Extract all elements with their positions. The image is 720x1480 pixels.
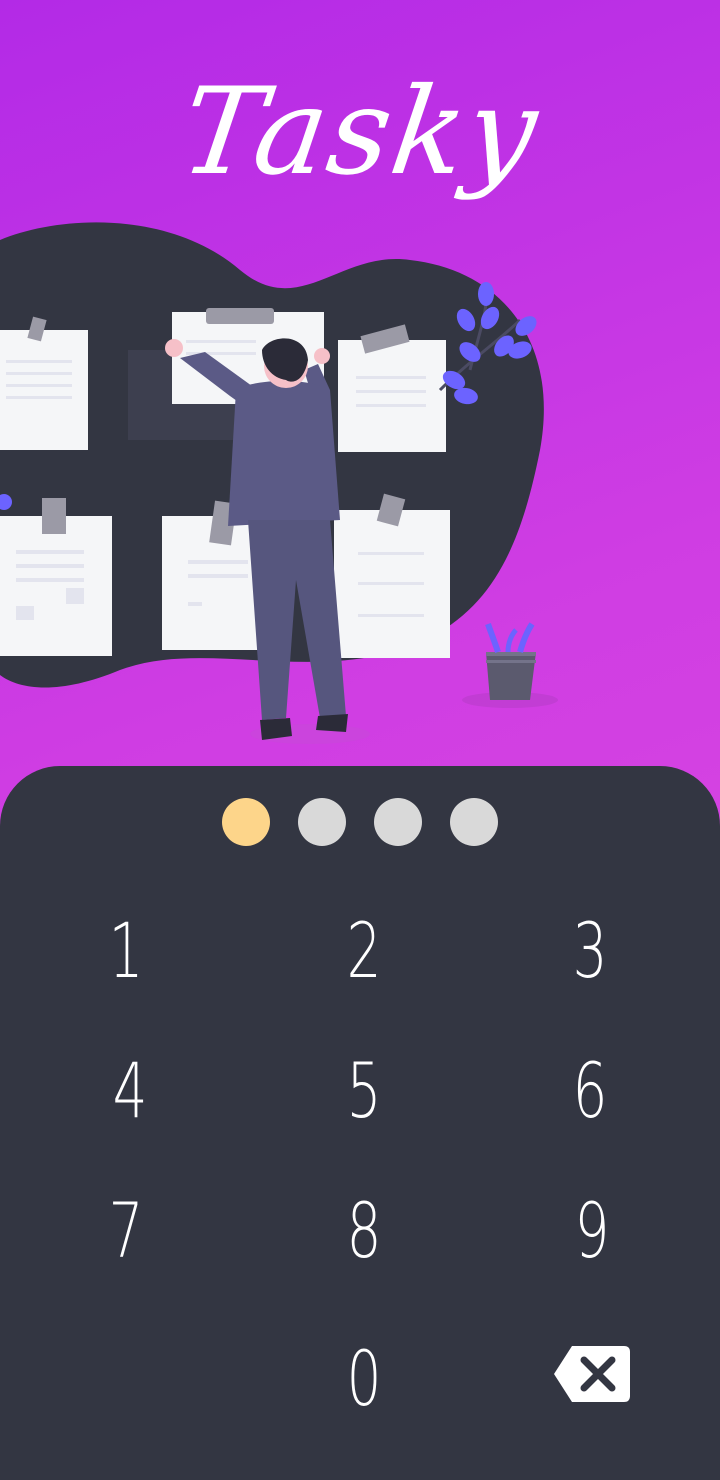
pin-dot-empty	[450, 798, 498, 846]
keypad-key-3[interactable]: 3	[518, 890, 662, 1010]
keypad-key-5[interactable]: 5	[292, 1030, 436, 1150]
keypad-key-9[interactable]: 9	[520, 1170, 664, 1290]
pin-entry-panel: 1 2 3 4 5 6 7 8 9 0	[0, 766, 720, 1480]
paper-1	[0, 330, 88, 450]
pin-screen: Tasky 1 2 3 4 5 6 7 8 9 0	[0, 0, 720, 1480]
backspace-icon[interactable]	[552, 1344, 632, 1404]
keypad-key-6[interactable]: 6	[518, 1030, 662, 1150]
keypad-key-2[interactable]: 2	[292, 890, 436, 1010]
potted-plant	[462, 622, 558, 708]
pin-dot-empty	[298, 798, 346, 846]
pin-dot-empty	[374, 798, 422, 846]
pin-indicator	[0, 798, 720, 846]
pin-dot-filled	[222, 798, 270, 846]
keypad-key-7[interactable]: 7	[54, 1170, 198, 1290]
paper-4	[0, 516, 112, 656]
keypad-key-4[interactable]: 4	[58, 1030, 202, 1150]
task-board-illustration	[0, 222, 558, 744]
keypad-key-1[interactable]: 1	[54, 890, 198, 1010]
app-title: Tasky	[173, 63, 548, 202]
keypad-key-0[interactable]: 0	[292, 1318, 436, 1438]
paper-3	[338, 340, 446, 452]
keypad-key-8[interactable]: 8	[292, 1170, 436, 1290]
